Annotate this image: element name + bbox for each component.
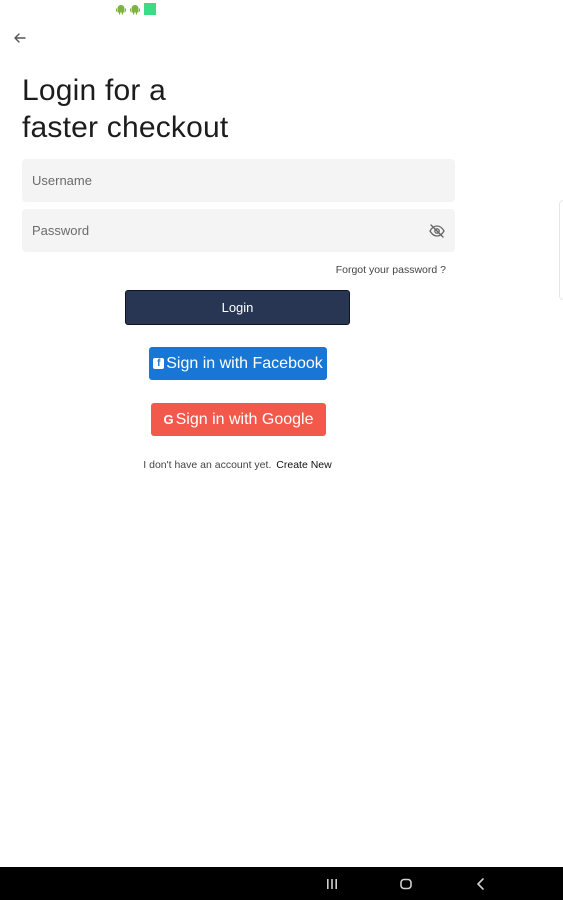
google-signin-button[interactable]: G Sign in with Google bbox=[151, 403, 326, 436]
status-bar bbox=[0, 0, 563, 20]
google-button-label: Sign in with Google bbox=[175, 410, 314, 428]
forgot-password-link[interactable]: Forgot your password ? bbox=[336, 264, 446, 276]
android-icon bbox=[130, 4, 140, 14]
login-button[interactable]: Login bbox=[125, 290, 350, 325]
page-title: Login for a faster checkout bbox=[22, 74, 229, 144]
eye-off-icon bbox=[429, 224, 445, 238]
google-icon: G bbox=[163, 412, 174, 427]
facebook-signin-button[interactable]: f Sign in with Facebook bbox=[149, 347, 327, 380]
signup-row: I don't have an account yet. Create New bbox=[0, 459, 475, 471]
square-icon bbox=[144, 3, 156, 15]
back-button[interactable] bbox=[10, 28, 30, 48]
recent-apps-button[interactable] bbox=[324, 876, 340, 892]
password-input[interactable] bbox=[22, 209, 455, 252]
back-icon bbox=[477, 878, 484, 890]
facebook-button-label: Sign in with Facebook bbox=[166, 354, 323, 372]
nav-back-button[interactable] bbox=[473, 876, 489, 892]
password-field[interactable] bbox=[22, 209, 455, 252]
username-input[interactable] bbox=[22, 159, 455, 202]
login-button-label: Login bbox=[221, 300, 254, 315]
password-visibility-toggle[interactable] bbox=[427, 221, 447, 241]
edge-panel-handle[interactable] bbox=[559, 200, 563, 300]
username-field[interactable] bbox=[22, 159, 455, 202]
arrow-left-icon bbox=[14, 33, 26, 43]
create-account-link[interactable]: Create New bbox=[276, 459, 331, 471]
facebook-icon: f bbox=[153, 358, 165, 369]
home-button[interactable] bbox=[398, 876, 414, 892]
status-icons bbox=[116, 3, 156, 15]
home-icon bbox=[400, 878, 412, 890]
signup-prompt: I don't have an account yet. bbox=[143, 459, 272, 471]
android-icon bbox=[116, 4, 126, 14]
recent-apps-icon bbox=[327, 879, 337, 889]
navigation-bar bbox=[0, 867, 563, 900]
